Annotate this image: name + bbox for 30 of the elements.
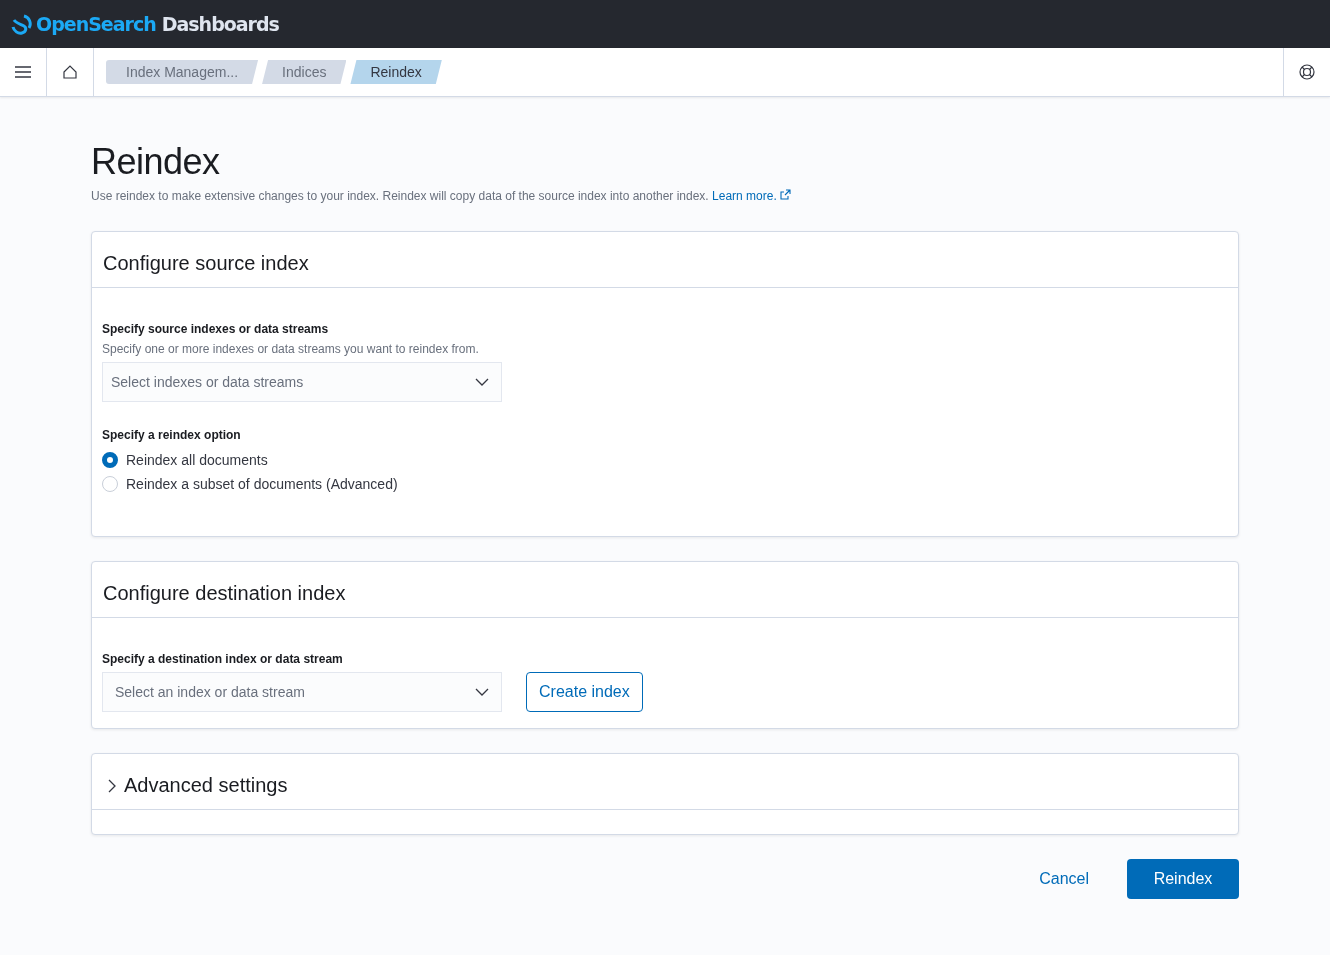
field-help-text: Specify one or more indexes or data streams you want to reindex from. xyxy=(102,342,480,356)
create-index-button[interactable]: Create index xyxy=(526,672,643,712)
panel-title: Configure source index xyxy=(103,252,309,275)
home-icon xyxy=(63,65,77,79)
app-logo[interactable]: OpenSearch Dashboards xyxy=(36,13,279,35)
page-title: Reindex xyxy=(91,141,221,183)
panel-title: Configure destination index xyxy=(103,582,346,605)
radio-button[interactable] xyxy=(102,452,118,468)
learn-more-link[interactable]: Learn more. xyxy=(712,189,792,203)
logo-icon xyxy=(10,13,32,35)
panel-title[interactable]: Advanced settings xyxy=(124,774,288,797)
reindex-button[interactable]: Reindex xyxy=(1127,859,1239,899)
breadcrumb[interactable]: Reindex xyxy=(350,60,442,84)
page-description: Use reindex to make extensive changes to your index. Reindex will copy data of the source index into another index. Learn more. xyxy=(91,189,1239,203)
breadcrumb[interactable]: Index Managem... xyxy=(106,60,259,84)
cancel-button[interactable]: Cancel xyxy=(1033,869,1095,889)
radio-label: Reindex all documents xyxy=(126,452,268,468)
menu-icon xyxy=(15,66,31,78)
chevron-down-icon xyxy=(475,378,489,386)
field-label: Specify source indexes or data streams xyxy=(102,322,330,336)
source-index-select[interactable]: Select indexes or data streams xyxy=(102,362,502,402)
external-link-icon xyxy=(780,189,792,200)
breadcrumb[interactable]: Indices xyxy=(262,60,347,84)
field-label: Specify a destination index or data stream xyxy=(102,652,344,666)
radio-label: Reindex a subset of documents (Advanced) xyxy=(126,476,398,492)
destination-index-select[interactable]: Select an index or data stream xyxy=(102,672,502,712)
help-icon xyxy=(1299,64,1315,80)
field-label: Specify a reindex option xyxy=(102,428,242,442)
chevron-right-icon[interactable] xyxy=(108,778,116,793)
chevron-down-icon xyxy=(475,688,489,696)
